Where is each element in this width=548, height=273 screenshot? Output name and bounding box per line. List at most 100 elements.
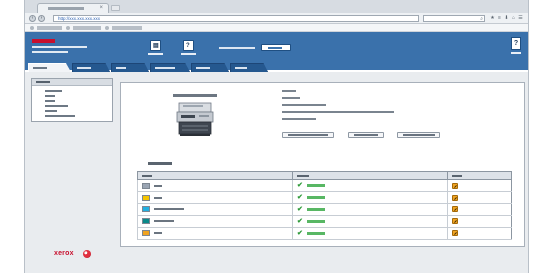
tab-print[interactable] xyxy=(111,63,149,72)
browser-tab-strip: × xyxy=(25,0,528,13)
wrench-icon[interactable] xyxy=(452,182,458,189)
tab-label xyxy=(77,67,91,69)
status-cell: ✔ xyxy=(292,215,448,229)
supply-cell xyxy=(137,179,293,193)
property-line xyxy=(282,111,394,113)
bookmark-icon[interactable] xyxy=(30,26,34,30)
action-button[interactable] xyxy=(282,132,334,138)
address-toolbar: ‹ › http://xxx.xxx.xxx.xxx ⌕ ★ ≡ ⬇ ⌂ ☰ xyxy=(25,13,528,24)
status-cell: ✔ xyxy=(292,191,448,205)
sidebar-item[interactable] xyxy=(45,95,55,97)
supply-cell xyxy=(137,203,293,217)
list-icon[interactable]: ≡ xyxy=(497,15,502,21)
supply-name xyxy=(154,232,162,235)
device-name xyxy=(32,46,87,48)
bookmark-icon[interactable] xyxy=(105,26,109,30)
star-icon[interactable]: ★ xyxy=(490,15,495,21)
help-book-button[interactable]: ? xyxy=(183,40,194,51)
check-icon: ✔ xyxy=(297,206,303,214)
search-icon[interactable]: ⌕ xyxy=(480,16,483,22)
help-label xyxy=(511,52,521,54)
sidebar-item[interactable] xyxy=(45,105,68,107)
column-header-status xyxy=(292,170,448,181)
login-label xyxy=(219,47,255,49)
home-icon[interactable]: ⌂ xyxy=(511,15,516,21)
wrench-icon[interactable] xyxy=(452,230,458,237)
tab-scan[interactable] xyxy=(150,63,190,72)
sidebar-title xyxy=(36,81,50,83)
action-cell xyxy=(447,191,512,205)
tab-home[interactable] xyxy=(28,63,71,72)
table-row[interactable]: ✔ xyxy=(137,215,512,229)
browser-window: × ‹ › http://xxx.xxx.xxx.xxx ⌕ ★ ≡ ⬇ ⌂ ☰ xyxy=(24,0,529,273)
supply-name xyxy=(154,196,162,199)
main-content: ✔ ✔ ✔ ✔ ✔ xyxy=(120,82,525,247)
wrench-icon[interactable] xyxy=(452,218,458,225)
wrench-icon[interactable] xyxy=(452,194,458,201)
action-button-label xyxy=(354,134,378,136)
supply-cell xyxy=(137,191,293,205)
browser-tab-title xyxy=(48,7,84,10)
app-header: ▤ ? ? xyxy=(25,32,528,60)
tab-properties[interactable] xyxy=(230,63,268,72)
print-button[interactable]: ▤ xyxy=(150,40,161,51)
close-icon[interactable]: × xyxy=(99,5,103,11)
table-row[interactable]: ✔ xyxy=(137,203,512,217)
login-button-label xyxy=(268,47,282,49)
column-header-supply xyxy=(137,170,293,181)
action-button[interactable] xyxy=(348,132,384,138)
sidebar-item[interactable] xyxy=(45,110,57,112)
property-line xyxy=(282,104,326,106)
property-line xyxy=(282,118,316,120)
supply-cell xyxy=(137,227,293,240)
wrench-icon[interactable] xyxy=(452,206,458,213)
status-bar xyxy=(307,196,325,200)
bookmark-item[interactable] xyxy=(73,26,101,30)
bookmark-item[interactable] xyxy=(37,26,62,30)
supply-cell xyxy=(137,215,293,229)
tab-label xyxy=(116,67,126,69)
table-row[interactable]: ✔ xyxy=(137,179,512,193)
supply-name xyxy=(154,208,184,211)
cartridge-icon xyxy=(142,218,150,225)
browser-tab[interactable]: × xyxy=(37,3,109,13)
tab-jobs[interactable] xyxy=(72,63,110,72)
app-tab-row xyxy=(25,60,528,72)
book-icon: ? xyxy=(186,43,190,49)
status-bar xyxy=(307,208,325,212)
url-input[interactable]: http://xxx.xxx.xxx.xxx xyxy=(53,15,419,22)
search-input[interactable]: ⌕ xyxy=(423,15,485,22)
bookmark-item[interactable] xyxy=(112,26,142,30)
table-row[interactable]: ✔ xyxy=(137,227,512,240)
status-bar xyxy=(307,220,325,224)
sidebar-item[interactable] xyxy=(45,100,55,102)
new-tab-button[interactable] xyxy=(111,5,120,11)
print-button-label xyxy=(148,53,163,55)
table-row[interactable]: ✔ xyxy=(137,191,512,205)
tab-label xyxy=(155,67,175,69)
action-button[interactable] xyxy=(397,132,440,138)
back-button[interactable]: ‹ xyxy=(29,15,36,22)
tab-address-book[interactable] xyxy=(191,63,229,72)
supplies-table: ✔ ✔ ✔ ✔ ✔ xyxy=(137,170,512,240)
printer-image xyxy=(176,102,214,136)
sidebar-item[interactable] xyxy=(45,115,75,117)
supply-name xyxy=(154,184,162,187)
printer-icon: ▤ xyxy=(153,43,159,49)
menu-icon[interactable]: ☰ xyxy=(518,15,523,21)
action-button-label xyxy=(403,134,435,136)
check-icon: ✔ xyxy=(297,218,303,226)
bookmark-icon[interactable] xyxy=(66,26,70,30)
device-logo xyxy=(32,39,55,43)
status-cell: ✔ xyxy=(292,179,448,193)
action-cell xyxy=(447,227,512,240)
help-button[interactable]: ? xyxy=(511,37,521,50)
device-address xyxy=(32,51,68,53)
property-line xyxy=(282,97,300,99)
sidebar-item[interactable] xyxy=(45,90,62,92)
login-button[interactable] xyxy=(261,44,291,51)
tab-label xyxy=(33,67,47,69)
xerox-sphere-icon xyxy=(83,250,91,258)
download-icon[interactable]: ⬇ xyxy=(504,15,509,21)
forward-button[interactable]: › xyxy=(38,15,45,22)
